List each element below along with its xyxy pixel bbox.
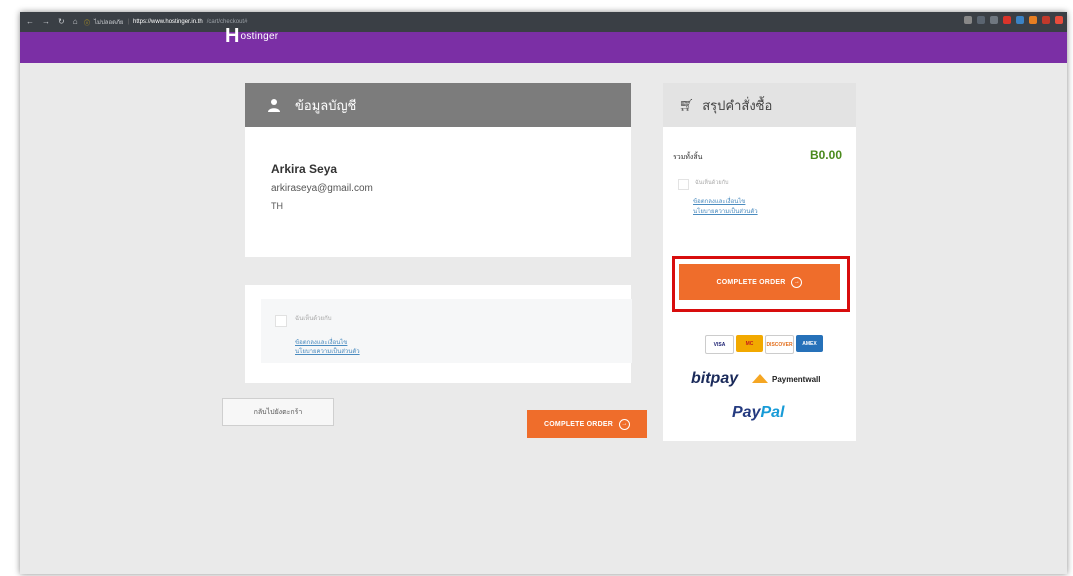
amex-icon: AMEX: [796, 335, 823, 352]
terms-panel: ฉันเห็นด้วยกับ ข้อตกลงและเงื่อนไข นโยบาย…: [261, 299, 632, 363]
security-info-icon[interactable]: ⓘ: [84, 18, 90, 27]
forward-arrow-icon[interactable]: →: [42, 17, 50, 26]
account-card: ข้อมูลบัญชี Arkira Seya arkiraseya@gmail…: [245, 83, 631, 257]
brand-bar: [20, 32, 1067, 63]
summary-terms-link[interactable]: ข้อตกลงและเงื่อนไข: [693, 196, 745, 206]
payment-cards: VISA MC DISCOVER AMEX: [705, 335, 823, 354]
mastercard-icon: MC: [736, 335, 763, 352]
account-header: ข้อมูลบัญชี: [245, 83, 631, 127]
user-icon: [267, 98, 281, 112]
browser-toolbar: ← → ↻ ⌂ ⓘ ไม่ปลอดภัย | https://www.hosti…: [20, 12, 1067, 32]
agree-label: ฉันเห็นด้วยกับ: [295, 316, 332, 322]
privacy-link[interactable]: นโยบายความเป็นส่วนตัว: [295, 346, 360, 356]
logo-initial: H: [225, 25, 240, 47]
extension-icon[interactable]: [1016, 16, 1024, 24]
arrow-right-circle-icon: →: [618, 418, 630, 430]
paymentwall-logo: Paymentwall: [752, 374, 820, 385]
extension-bar: [964, 16, 1063, 24]
back-to-cart-button[interactable]: กลับไปยังตะกร้า: [222, 398, 334, 426]
bitpay-logo: bitpay: [691, 370, 739, 387]
highlight-box: [672, 256, 850, 312]
total-value: B0.00: [809, 148, 842, 162]
complete-order-label: COMPLETE ORDER: [544, 420, 613, 428]
summary-header: 🛒︎ สรุปคำสั่งซื้อ: [663, 83, 856, 127]
summary-agree-checkbox[interactable]: [678, 179, 689, 190]
reload-icon[interactable]: ↻: [58, 17, 65, 26]
summary-title: สรุปคำสั่งซื้อ: [702, 97, 773, 113]
hostinger-logo[interactable]: H ostinger: [225, 26, 278, 46]
logo-word: ostinger: [240, 30, 279, 42]
customer-email: arkiraseya@gmail.com: [271, 183, 373, 194]
back-arrow-icon[interactable]: ←: [26, 17, 34, 26]
extension-icon[interactable]: [1042, 16, 1050, 24]
paymentwall-icon: [752, 374, 768, 385]
summary-agree-label: ฉันเห็นด้วยกับ: [695, 180, 729, 186]
home-icon[interactable]: ⌂: [73, 17, 78, 26]
paypal-logo: PayPal: [732, 404, 785, 421]
visa-icon: VISA: [705, 335, 734, 354]
star-icon[interactable]: [964, 16, 972, 24]
extension-icon[interactable]: [1029, 16, 1037, 24]
url-host: https://www.hostinger.in.th: [133, 19, 203, 25]
summary-privacy-link[interactable]: นโยบายความเป็นส่วนตัว: [693, 206, 758, 216]
complete-order-button[interactable]: COMPLETE ORDER →: [527, 410, 647, 438]
extension-icon[interactable]: [990, 16, 998, 24]
address-bar[interactable]: ⓘ ไม่ปลอดภัย | https://www.hostinger.in.…: [84, 16, 247, 28]
customer-name: Arkira Seya: [271, 162, 338, 176]
discover-icon: DISCOVER: [765, 335, 794, 354]
agree-checkbox[interactable]: [275, 315, 287, 327]
total-label: รวมทั้งสิ้น: [673, 154, 703, 161]
cart-icon: 🛒︎: [679, 98, 695, 112]
account-title: ข้อมูลบัญชี: [295, 97, 357, 113]
terms-card: ฉันเห็นด้วยกับ ข้อตกลงและเงื่อนไข นโยบาย…: [245, 285, 632, 383]
extension-icon[interactable]: [1003, 16, 1011, 24]
customer-country: TH: [271, 201, 283, 211]
paymentwall-label: Paymentwall: [772, 375, 821, 384]
security-label: ไม่ปลอดภัย: [94, 20, 124, 26]
extension-icon[interactable]: [977, 16, 985, 24]
extension-icon[interactable]: [1055, 16, 1063, 24]
